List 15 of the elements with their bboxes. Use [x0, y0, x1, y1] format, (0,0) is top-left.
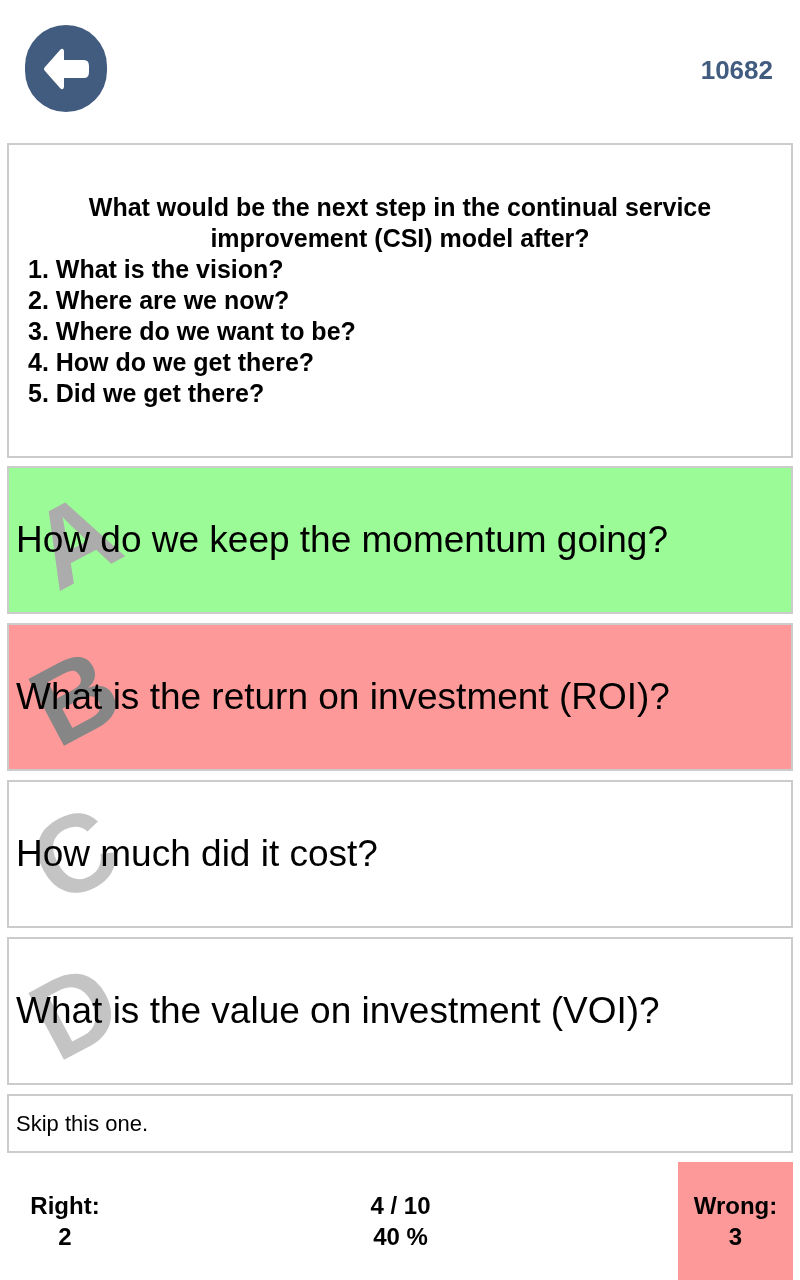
- right-answers-count: 2: [58, 1222, 72, 1252]
- wrong-answers-count: 3: [728, 1222, 743, 1252]
- question-text: What would be the next step in the continual service improvement (CSI) model after?: [87, 192, 713, 254]
- question-step: 4. How do we get there?: [28, 347, 315, 378]
- back-arrow-icon: [43, 47, 89, 90]
- skip-button[interactable]: Skip this one.: [7, 1094, 793, 1153]
- question-step: 5. Did we get there?: [28, 378, 265, 409]
- progress-percent: 40 %: [373, 1222, 428, 1252]
- progress-count: 4 / 10: [370, 1191, 431, 1221]
- wrong-answers-label: Wrong:: [693, 1191, 778, 1221]
- right-answers-label: Right:: [30, 1191, 100, 1221]
- score-counter: 10682: [700, 54, 773, 86]
- question-step: 3. Where do we want to be?: [28, 316, 356, 347]
- question-step: 2. Where are we now?: [28, 285, 290, 316]
- question-step: 1. What is the vision?: [28, 254, 284, 285]
